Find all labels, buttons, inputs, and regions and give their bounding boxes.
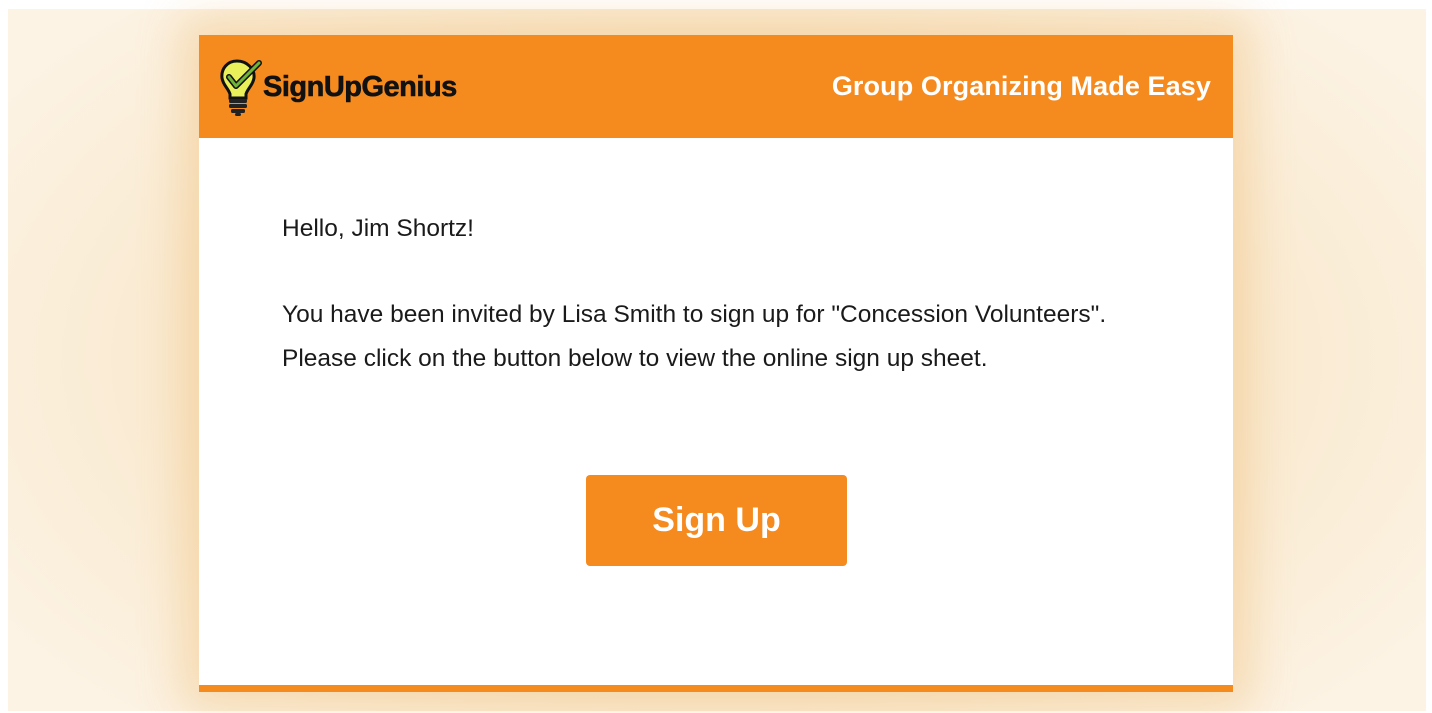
email-card: SignUpGenius Group Organizing Made Easy … <box>199 35 1233 692</box>
lightbulb-check-icon <box>220 59 262 116</box>
invitation-message: You have been invited by Lisa Smith to s… <box>282 301 1107 372</box>
sign-up-button[interactable]: Sign Up <box>586 475 847 566</box>
email-header: SignUpGenius Group Organizing Made Easy <box>199 35 1233 138</box>
greeting-text: Hello, Jim Shortz! <box>282 215 474 242</box>
footer-divider <box>199 685 1233 692</box>
email-body: Hello, Jim Shortz! You have been invited… <box>282 207 1112 381</box>
brand-tagline: Group Organizing Made Easy <box>831 71 1211 101</box>
brand-name: SignUpGenius <box>263 70 458 103</box>
brand-logo[interactable]: SignUpGenius <box>219 57 458 117</box>
